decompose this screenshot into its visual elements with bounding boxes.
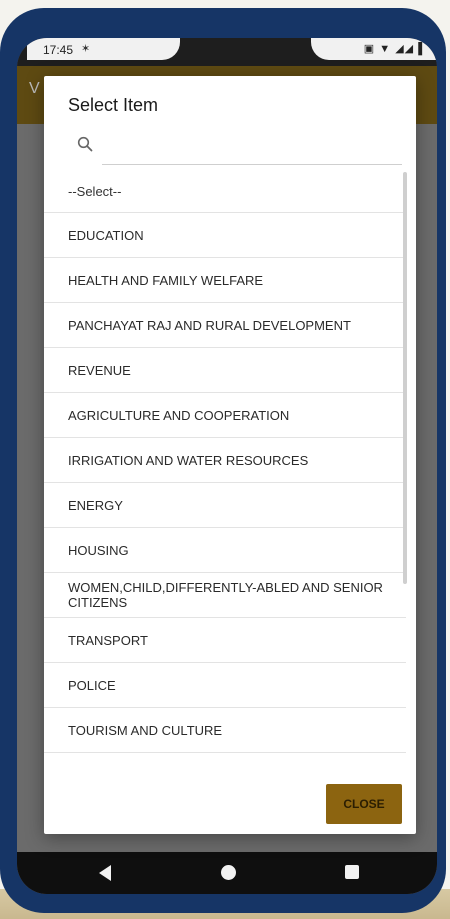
list-item[interactable]: POLICE	[44, 663, 406, 708]
status-icons: ▣ ▼ ◢◢ ▌	[364, 42, 427, 55]
signal-icon: ◢◢	[395, 43, 415, 55]
back-icon[interactable]	[99, 865, 111, 881]
navigation-bar	[17, 852, 437, 894]
status-time: 17:45	[43, 43, 74, 57]
list-item[interactable]: --Select--	[44, 170, 406, 213]
battery-icon: ▌	[418, 43, 427, 55]
dialog-title: Select Item	[68, 95, 159, 115]
recents-icon[interactable]	[345, 865, 359, 879]
status-bar-left: 17:45 ✶	[27, 38, 180, 60]
close-button[interactable]: CLOSE	[326, 784, 402, 824]
list-item[interactable]: HEALTH AND FAMILY WELFARE	[44, 258, 406, 303]
list-item[interactable]: TOURISM AND CULTURE	[44, 708, 406, 753]
usb-debug-icon: ✶	[81, 43, 91, 55]
home-icon[interactable]	[221, 865, 236, 880]
search-icon	[77, 136, 93, 152]
list-item[interactable]: PANCHAYAT RAJ AND RURAL DEVELOPMENT	[44, 303, 406, 348]
select-item-dialog: Select Item --Select-- EDUCATION HEALTH …	[44, 76, 416, 834]
list-item[interactable]: IRRIGATION AND WATER RESOURCES	[44, 438, 406, 483]
item-list: --Select-- EDUCATION HEALTH AND FAMILY W…	[44, 170, 406, 753]
list-item[interactable]: EDUCATION	[44, 213, 406, 258]
wifi-icon: ▼	[379, 43, 392, 55]
list-item[interactable]: HOUSING	[44, 528, 406, 573]
list-item[interactable]: WOMEN,CHILD,DIFFERENTLY-ABLED AND SENIOR…	[44, 573, 406, 618]
app-bar-title: V	[29, 80, 40, 97]
status-bar-right: ▣ ▼ ◢◢ ▌	[311, 38, 437, 60]
search-input[interactable]	[102, 128, 402, 165]
status-bar: 17:45 ✶ ▣ ▼ ◢◢ ▌	[17, 38, 437, 66]
list-item[interactable]: REVENUE	[44, 348, 406, 393]
list-scrollbar[interactable]	[403, 172, 407, 584]
sim-icon: ▣	[363, 43, 376, 55]
list-item[interactable]: AGRICULTURE AND COOPERATION	[44, 393, 406, 438]
list-item[interactable]: ENERGY	[44, 483, 406, 528]
list-item[interactable]: TRANSPORT	[44, 618, 406, 663]
